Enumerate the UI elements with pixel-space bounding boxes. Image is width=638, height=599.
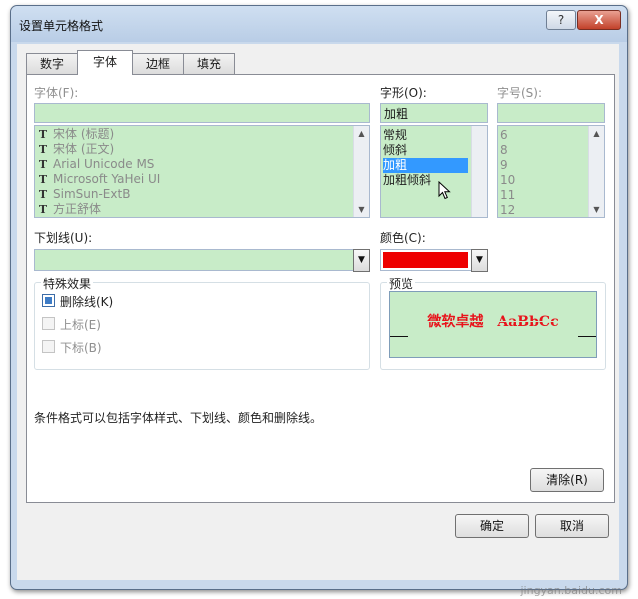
list-item[interactable]: T Arial Unicode MS: [37, 157, 155, 172]
font-label: 字体(F):: [34, 86, 79, 100]
list-item[interactable]: T SimSun-ExtB: [37, 187, 131, 202]
list-item[interactable]: 倾斜: [383, 143, 407, 158]
color-label: 颜色(C):: [380, 231, 426, 245]
preview-group: 预览 微软卓越 AaBbCc: [380, 275, 606, 370]
close-icon: X: [594, 13, 604, 27]
effects-title: 特殊效果: [41, 275, 94, 292]
truetype-icon: T: [38, 188, 48, 201]
truetype-icon: T: [38, 143, 48, 156]
truetype-icon: T: [38, 158, 48, 171]
preview-box: 微软卓越 AaBbCc: [389, 291, 597, 358]
list-item[interactable]: T 方正舒体: [37, 202, 101, 217]
list-item[interactable]: 加粗倾斜: [383, 173, 431, 188]
font-tab-panel: 字体(F): T 宋体 (标题) T 宋体 (正文) T Arial Unicode …: [26, 74, 615, 503]
title-bar: 设置单元格格式 ? X: [11, 6, 627, 42]
list-item[interactable]: 6: [500, 128, 508, 143]
list-item[interactable]: 10: [500, 173, 515, 188]
underline-combo[interactable]: ▼: [34, 249, 370, 272]
color-swatch: [383, 252, 468, 268]
preview-title: 预览: [387, 275, 416, 292]
info-note: 条件格式可以包括字体样式、下划线、颜色和删除线。: [34, 411, 323, 425]
size-label: 字号(S):: [497, 86, 543, 100]
font-item-label: 方正舒体: [53, 202, 102, 216]
preview-sample-text: 微软卓越 AaBbCc: [427, 314, 559, 330]
underline-label: 下划线(U):: [34, 231, 93, 245]
font-item-label: 宋体 (标题): [53, 127, 115, 141]
superscript-label[interactable]: 上标(E): [60, 316, 101, 333]
color-combo[interactable]: ▼: [380, 249, 488, 272]
subscript-checkbox[interactable]: [42, 340, 55, 353]
list-item[interactable]: 常规: [383, 128, 407, 143]
strikethrough-checkbox[interactable]: [42, 294, 55, 307]
list-item[interactable]: T Microsoft YaHei UI: [37, 172, 160, 187]
chevron-down-icon[interactable]: ▼: [353, 249, 370, 272]
truetype-icon: T: [38, 128, 48, 141]
font-item-label: 宋体 (正文): [53, 142, 115, 156]
mouse-cursor-icon: [438, 181, 451, 200]
style-list-scrollbar[interactable]: [471, 126, 487, 217]
help-button[interactable]: ?: [546, 10, 576, 30]
list-item[interactable]: T 宋体 (标题): [37, 127, 114, 142]
truetype-icon: T: [38, 173, 48, 186]
effects-group: 特殊效果 删除线(K) 上标(E) 下标(B): [34, 275, 370, 370]
help-icon: ?: [557, 13, 565, 27]
list-item[interactable]: 8: [500, 143, 508, 158]
font-list[interactable]: T 宋体 (标题) T 宋体 (正文) T Arial Unicode MS T Mic…: [34, 125, 370, 218]
font-item-label: SimSun-ExtB: [53, 187, 131, 201]
format-cells-dialog: 设置单元格格式 ? X 数字 字体 边框 填充 字体(F): T 宋体 (标题) …: [10, 5, 628, 590]
font-input[interactable]: [34, 103, 370, 123]
watermark-text: jingyan.baidu.com: [520, 584, 622, 597]
font-list-scrollbar[interactable]: ▲ ▼: [353, 126, 369, 217]
scroll-down-icon[interactable]: ▼: [589, 202, 604, 217]
style-input-value: 加粗: [384, 107, 409, 121]
list-item[interactable]: T 宋体 (正文): [37, 142, 114, 157]
clear-button[interactable]: 清除(R): [530, 468, 604, 492]
style-input[interactable]: 加粗: [380, 103, 488, 123]
cancel-button[interactable]: 取消: [535, 514, 609, 538]
tab-font[interactable]: 字体: [77, 50, 133, 75]
tab-fill[interactable]: 填充: [183, 53, 235, 74]
tab-number[interactable]: 数字: [26, 53, 78, 74]
tab-border[interactable]: 边框: [132, 53, 184, 74]
list-item-selected[interactable]: 加粗: [383, 158, 468, 173]
scroll-up-icon[interactable]: ▲: [589, 126, 604, 141]
list-item[interactable]: 9: [500, 158, 508, 173]
strikethrough-label[interactable]: 删除线(K): [60, 293, 113, 310]
dialog-client: 数字 字体 边框 填充 字体(F): T 宋体 (标题) T 宋体 (正文) T Ar…: [17, 44, 619, 580]
scroll-up-icon[interactable]: ▲: [354, 126, 369, 141]
truetype-icon: T: [38, 203, 48, 216]
list-item[interactable]: 11: [500, 188, 515, 203]
style-label: 字形(O):: [380, 86, 427, 100]
ok-button[interactable]: 确定: [455, 514, 529, 538]
font-item-label: Microsoft YaHei UI: [53, 172, 161, 186]
superscript-checkbox[interactable]: [42, 317, 55, 330]
style-list[interactable]: 常规 倾斜 加粗 加粗倾斜: [380, 125, 488, 218]
dialog-title: 设置单元格格式: [19, 19, 104, 33]
size-list-scrollbar[interactable]: ▲ ▼: [588, 126, 604, 217]
size-input[interactable]: [497, 103, 605, 123]
close-button[interactable]: X: [577, 10, 621, 30]
scroll-down-icon[interactable]: ▼: [354, 202, 369, 217]
chevron-down-icon[interactable]: ▼: [471, 249, 488, 272]
preview-baseline-right: [578, 336, 596, 337]
font-item-label: Arial Unicode MS: [53, 157, 155, 171]
list-item[interactable]: 12: [500, 203, 515, 217]
subscript-label[interactable]: 下标(B): [60, 339, 102, 356]
size-list[interactable]: 6 8 9 10 11 12 ▲ ▼: [497, 125, 605, 218]
preview-baseline-left: [390, 336, 408, 337]
